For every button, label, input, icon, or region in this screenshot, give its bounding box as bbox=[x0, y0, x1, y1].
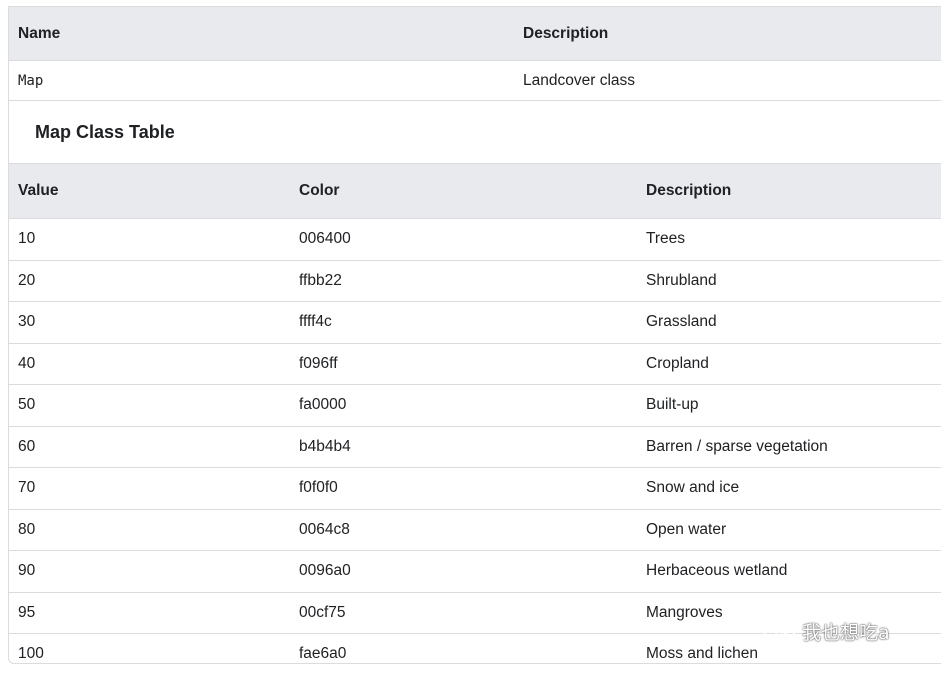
description-cell: Snow and ice bbox=[637, 467, 941, 509]
watermark-text: 我也想吃a bbox=[802, 622, 890, 644]
description-cell: Open water bbox=[637, 508, 941, 551]
bands-table: Name Description Map Landcover class bbox=[9, 7, 941, 100]
description-cell: Shrubland bbox=[637, 259, 941, 302]
band-description-cell: Landcover class bbox=[514, 60, 941, 100]
value-cell: 20 bbox=[9, 259, 290, 302]
table-row: 20 ffbb22 Shrubland bbox=[9, 259, 941, 302]
color-cell: b4b4b4 bbox=[290, 425, 637, 468]
value-cell: 70 bbox=[9, 467, 290, 509]
wechat-icon bbox=[763, 620, 795, 643]
color-cell: ffff4c bbox=[290, 301, 637, 343]
table-row: 40 f096ff Cropland bbox=[9, 342, 941, 385]
class-table-header-row: Value Color Description bbox=[9, 163, 941, 219]
value-cell: 90 bbox=[9, 550, 290, 592]
value-cell: 60 bbox=[9, 425, 290, 468]
table-row: 90 0096a0 Herbaceous wetland bbox=[9, 550, 941, 592]
description-cell: Trees bbox=[637, 218, 941, 260]
table-row: 50 fa0000 Built-up bbox=[9, 384, 941, 426]
description-cell: Built-up bbox=[637, 384, 941, 426]
class-table-title: Map Class Table bbox=[9, 100, 941, 163]
description-cell: Herbaceous wetland bbox=[637, 550, 941, 592]
bands-header-description: Description bbox=[514, 7, 941, 61]
value-cell: 95 bbox=[9, 591, 290, 634]
band-name-cell: Map bbox=[9, 60, 514, 100]
value-cell: 50 bbox=[9, 384, 290, 426]
color-cell: fa0000 bbox=[290, 384, 637, 426]
table-row: 30 ffff4c Grassland bbox=[9, 301, 941, 343]
bands-table-header-row: Name Description bbox=[9, 7, 941, 61]
class-header-color: Color bbox=[290, 163, 637, 219]
value-cell: 30 bbox=[9, 301, 290, 343]
table-row: 10 006400 Trees bbox=[9, 218, 941, 260]
color-cell: 00cf75 bbox=[290, 591, 637, 634]
color-cell: 0064c8 bbox=[290, 508, 637, 551]
value-cell: 100 bbox=[9, 633, 290, 663]
color-cell: fae6a0 bbox=[290, 633, 637, 663]
class-header-description: Description bbox=[637, 163, 941, 219]
document-frame: Name Description Map Landcover class Map… bbox=[8, 6, 941, 664]
description-cell: Cropland bbox=[637, 342, 941, 385]
class-table: Value Color Description 10 006400 Trees 20… bbox=[9, 163, 941, 663]
color-cell: 0096a0 bbox=[290, 550, 637, 592]
bands-header-name: Name bbox=[9, 7, 514, 61]
value-cell: 80 bbox=[9, 508, 290, 551]
value-cell: 10 bbox=[9, 218, 290, 260]
table-row: 70 f0f0f0 Snow and ice bbox=[9, 467, 941, 509]
watermark: 我也想吃a bbox=[762, 618, 890, 645]
description-cell: Grassland bbox=[637, 301, 941, 343]
color-cell: f0f0f0 bbox=[290, 467, 637, 509]
color-cell: ffbb22 bbox=[290, 259, 637, 302]
description-cell: Barren / sparse vegetation bbox=[637, 425, 941, 468]
color-cell: f096ff bbox=[290, 342, 637, 385]
value-cell: 40 bbox=[9, 342, 290, 385]
bands-table-row: Map Landcover class bbox=[9, 60, 941, 100]
color-cell: 006400 bbox=[290, 218, 637, 260]
table-row: 60 b4b4b4 Barren / sparse vegetation bbox=[9, 425, 941, 468]
class-header-value: Value bbox=[9, 163, 290, 219]
table-row: 80 0064c8 Open water bbox=[9, 508, 941, 551]
